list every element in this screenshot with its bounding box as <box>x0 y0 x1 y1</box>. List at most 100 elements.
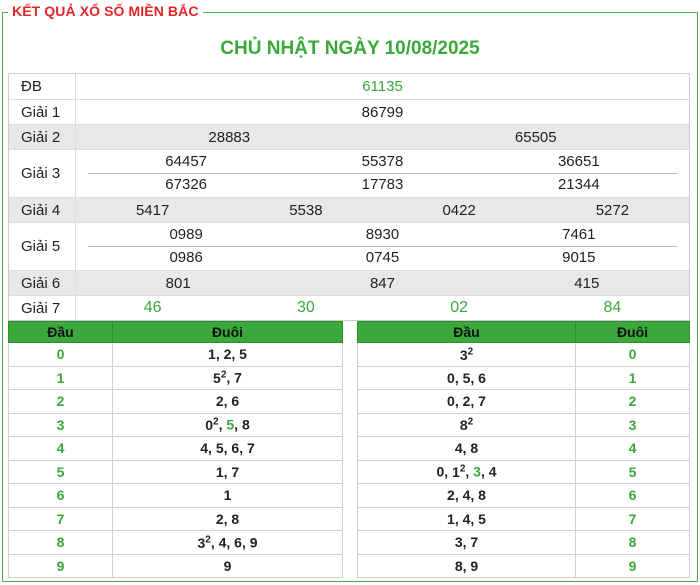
prize-number: 67326 <box>165 176 208 193</box>
prize-number: 36651 <box>557 153 600 170</box>
loto-tail-digit: 7 <box>575 506 690 531</box>
prize-number: 84 <box>603 299 622 316</box>
prize-number: 0745 <box>365 249 400 266</box>
draw-date-title: CHỦ NHẬT NGÀY 10/08/2025 <box>220 38 480 59</box>
loto-head-digit: 9 <box>8 553 113 578</box>
loto-head-digits: 0, 12, 3, 4 <box>357 459 576 484</box>
loto-by-head-table: Đầu Đuôi 0 1, 2, 5 1 52, 7 2 2, 6 3 02, 5, 8 4 4,… <box>8 321 343 578</box>
loto-tail-digit: 2 <box>575 389 690 414</box>
loto-head-digits: 4, 8 <box>357 436 576 461</box>
loto-head-digit: 7 <box>8 506 113 531</box>
loto-row: 0, 12, 3, 45 <box>357 459 690 484</box>
prize-number: 02 <box>450 299 469 316</box>
prize-label: Giải 2 <box>9 125 76 149</box>
loto-row: 4, 84 <box>357 436 690 461</box>
loto-head-digits: 0, 5, 6 <box>357 365 576 390</box>
prize-label: Giải 6 <box>9 271 76 295</box>
loto-head-digits: 82 <box>357 412 576 437</box>
section-title: KẾT QUẢ XỔ SỐ MIỀN BẮC <box>8 3 203 19</box>
loto-row: 61 <box>8 483 343 508</box>
prize-number: 0986 <box>169 249 203 266</box>
loto-tail-digits: 52, 7 <box>112 365 343 390</box>
prize-number: 28883 <box>208 128 251 146</box>
loto-head-digit: 4 <box>8 436 113 461</box>
prize-number: 0989 <box>169 226 203 243</box>
loto-tail-digit: 0 <box>575 342 690 367</box>
loto-row: 3 02, 5, 8 <box>8 412 343 437</box>
prize-number: 86799 <box>361 103 404 121</box>
prize-row-g7: Giải 7 46 30 02 84 <box>9 295 689 320</box>
prize-row-g5: Giải 5 0989 8930 7461 0986 0745 9015 <box>9 222 689 270</box>
loto-head-digit: 8 <box>8 530 113 555</box>
loto-tail-digit: 3 <box>575 412 690 437</box>
loto-tail-digit: 4 <box>575 436 690 461</box>
prize-number: 55378 <box>361 153 404 170</box>
column-header-tail: Đuôi <box>575 321 690 343</box>
prize-row-db: ĐB 61135 <box>9 74 689 99</box>
loto-row: 3, 78 <box>357 530 690 555</box>
loto-row: 5 1, 7 <box>8 459 343 484</box>
prize-number: 5538 <box>289 201 323 219</box>
loto-row: 0 1, 2, 5 <box>8 342 343 367</box>
column-header-head: Đầu <box>8 321 113 343</box>
column-header-head: Đầu <box>357 321 576 343</box>
loto-tail-digit: 1 <box>575 365 690 390</box>
prize-number: 21344 <box>557 176 600 193</box>
prize-row-g3: Giải 3 64457 55378 36651 67326 17783 213… <box>9 149 689 197</box>
loto-tail-digits: 02, 5, 8 <box>112 412 343 437</box>
prize-number: 17783 <box>361 176 404 193</box>
loto-tail-digit: 5 <box>575 459 690 484</box>
prize-number: 30 <box>296 299 315 316</box>
loto-row: 99 <box>8 553 343 578</box>
loto-tail-digit: 6 <box>575 483 690 508</box>
loto-row: 2, 4, 86 <box>357 483 690 508</box>
prize-number: 8930 <box>365 226 400 243</box>
loto-head-digit: 5 <box>8 459 113 484</box>
prize-label: Giải 3 <box>9 150 76 197</box>
prize-row-g4: Giải 4 5417 5538 0422 5272 <box>9 197 689 222</box>
prize-number: 5272 <box>595 201 630 219</box>
results-table: ĐB 61135 Giải 1 86799 Giải 2 28883 65505… <box>8 73 690 321</box>
loto-row: 8, 99 <box>357 553 690 578</box>
loto-row: 0, 5, 61 <box>357 365 690 390</box>
prize-label: Giải 4 <box>9 198 76 222</box>
prize-number: 415 <box>574 274 600 292</box>
loto-tail-digit: 8 <box>575 530 690 555</box>
prize-row-g6: Giải 6 801 847 415 <box>9 270 689 295</box>
prize-number-special: 61135 <box>362 78 403 95</box>
loto-row: 82 3 <box>357 412 690 437</box>
prize-number: 847 <box>369 274 395 292</box>
loto-tail-digits: 2, 6 <box>112 389 343 414</box>
prize-number: 65505 <box>514 128 557 146</box>
loto-head-digits: 2, 4, 8 <box>357 483 576 508</box>
loto-row: 1 52, 7 <box>8 365 343 390</box>
loto-row: 1, 4, 57 <box>357 506 690 531</box>
loto-head-digit: 1 <box>8 365 113 390</box>
loto-tail-digits: 1, 7 <box>112 459 343 484</box>
loto-head-digit: 2 <box>8 389 113 414</box>
loto-head-digits: 0, 2, 7 <box>357 389 576 414</box>
loto-head-digit: 6 <box>8 483 113 508</box>
loto-by-tail-table: Đầu Đuôi 32 0 0, 5, 6 1 0, 2, 7 2 82 3 4, 8 4 0, 1… <box>357 321 690 578</box>
loto-head-digits: 3, 7 <box>357 530 576 555</box>
loto-row: 0, 2, 72 <box>357 389 690 414</box>
prize-number: 7461 <box>562 226 596 243</box>
prize-number: 801 <box>165 274 191 292</box>
loto-tail-digits: 1 <box>112 483 343 508</box>
loto-row: 2 2, 6 <box>8 389 343 414</box>
loto-tail-digits: 1, 2, 5 <box>112 342 343 367</box>
loto-head-digits: 8, 9 <box>357 553 576 578</box>
loto-tail-digits: 4, 5, 6, 7 <box>112 436 343 461</box>
loto-tail-digit: 9 <box>575 553 690 578</box>
prize-row-g2: Giải 2 28883 65505 <box>9 124 689 149</box>
loto-head-digit: 0 <box>8 342 113 367</box>
prize-number: 5417 <box>135 201 170 219</box>
loto-head-digits: 1, 4, 5 <box>357 506 576 531</box>
loto-head-digit: 3 <box>8 412 113 437</box>
loto-row: 4 4, 5, 6, 7 <box>8 436 343 461</box>
prize-number: 46 <box>143 299 162 316</box>
prize-label: ĐB <box>9 74 76 99</box>
loto-row: 32 0 <box>357 342 690 367</box>
loto-tail-digits: 9 <box>112 553 343 578</box>
prize-label: Giải 1 <box>9 100 76 124</box>
